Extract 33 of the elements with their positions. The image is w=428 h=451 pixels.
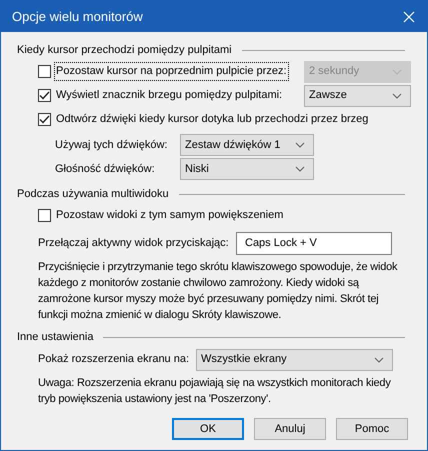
chevron-icon	[392, 92, 402, 98]
hotkey-field[interactable]: Caps Lock + V	[236, 232, 392, 255]
checkbox-label: Pozostaw widoki z tym samym powiększeniem	[55, 208, 284, 224]
checkbox-label: Wyświetl znacznik brzegu pomiędzy pulpitami:	[55, 88, 284, 104]
checkbox-label: Pozostaw kursor na poprzednim pulpicie przez:	[55, 63, 288, 80]
close-icon[interactable]	[403, 10, 415, 22]
checkbox[interactable]	[38, 113, 51, 126]
section-heading: Kiedy kursor przechodzi pomiędzy pulpitami	[17, 42, 232, 58]
dropdown[interactable]: Zawsze	[304, 84, 411, 106]
checkbox[interactable]	[38, 89, 51, 102]
dropdown[interactable]: Zestaw dźwięków 1	[180, 134, 314, 156]
dialog-button[interactable]: Pomoc	[336, 418, 408, 440]
field-label: Głośność dźwięków:	[55, 162, 156, 177]
note-text: Uwaga: Rozszerzenia ekranu pojawiają się na wszystkich monitorach kiedy tryb powiększenia ustawiony jest na 'Poszerzony'.	[37, 376, 392, 407]
section-heading: Podczas używania multiwidoku	[17, 186, 169, 202]
checkbox[interactable]	[38, 209, 51, 222]
field-label: Używaj tych dźwięków:	[55, 138, 168, 153]
note-text: Przyciśnięcie i przytrzymanie tego skrótu klawiszowego spowoduje, że widok każdego z monitorów zostanie chwilowo zamrożony. Kiedy widoki są zamrożone kursor myszy może być przesuwany pomiędzy nimi. Skrót tej funkcji można zmienić w dialogu Skróty klawiszowe.	[37, 260, 398, 323]
dialog-button[interactable]: Anuluj	[254, 418, 326, 440]
chevron-icon	[295, 142, 305, 148]
checkmark-icon	[39, 115, 50, 124]
chevron-icon	[295, 166, 305, 172]
field-label: Pokaż rozszerzenia ekranu na:	[38, 352, 190, 368]
window-title: Opcje wielu monitorów	[12, 8, 143, 26]
dropdown[interactable]: Wszystkie ekrany	[196, 348, 393, 370]
checkmark-icon	[39, 91, 50, 100]
checkbox[interactable]	[38, 65, 51, 78]
field-label: Przełączaj aktywny widok przyciskając:	[38, 236, 229, 252]
dialog-button[interactable]: OK	[172, 418, 244, 440]
dropdown[interactable]: Niski	[180, 158, 314, 180]
section-heading: Inne ustawienia	[17, 330, 94, 345]
checkbox-label: Odtwórz dźwięki kiedy kursor dotyka lub przechodzi przez brzeg	[55, 112, 370, 128]
chevron-icon	[374, 356, 384, 362]
